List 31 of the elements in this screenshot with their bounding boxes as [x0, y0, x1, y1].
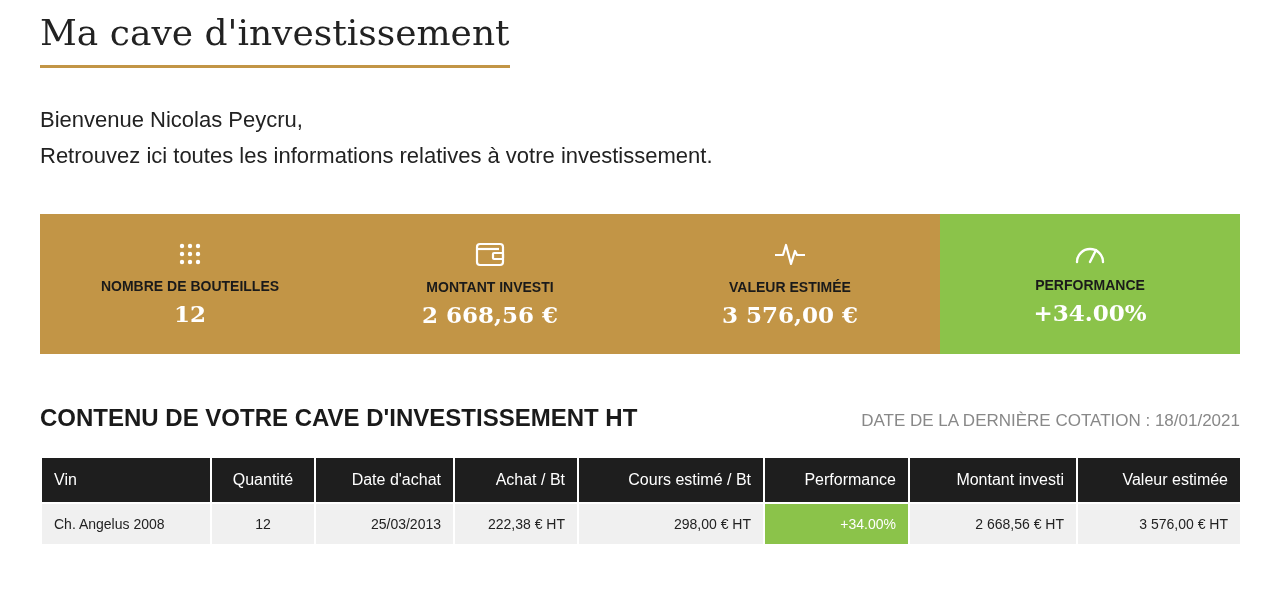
stat-label: NOMBRE DE BOUTEILLES	[100, 277, 280, 294]
table-cell: 222,38 € HT	[455, 504, 577, 544]
table-cell: 298,00 € HT	[579, 504, 763, 544]
table-cell: +34.00%	[765, 504, 908, 544]
section-title: CONTENU DE VOTRE CAVE D'INVESTISSEMENT HT	[40, 404, 638, 432]
column-header: Montant investi	[910, 458, 1076, 502]
dots-grid-icon	[178, 241, 202, 266]
quote-date: DATE DE LA DERNIÈRE COTATION : 18/01/2021	[861, 411, 1240, 431]
stat-label: VALEUR ESTIMÉE	[729, 278, 851, 295]
welcome-text: Bienvenue Nicolas Peycru,	[40, 106, 304, 134]
stat-value: 12	[174, 299, 206, 327]
column-header: Vin	[42, 458, 210, 502]
column-header: Performance	[765, 458, 908, 502]
column-header: Date d'achat	[316, 458, 453, 502]
table-cell: 2 668,56 € HT	[910, 504, 1076, 544]
table-cell: 25/03/2013	[316, 504, 453, 544]
stat-value: 3 576,00 €	[721, 300, 858, 328]
wallet-icon	[475, 240, 505, 267]
stat-value: 2 668,56 €	[421, 300, 558, 328]
column-header: Valeur estimée	[1078, 458, 1240, 502]
stat-label: PERFORMANCE	[1035, 276, 1145, 293]
stat-label: MONTANT INVESTI	[426, 278, 554, 295]
table-cell: 12	[212, 504, 314, 544]
stat-value: +34.00%	[1033, 298, 1147, 326]
welcome-text: Retrouvez ici toutes les informations relatives à votre investissement.	[40, 142, 714, 170]
table-cell: Ch. Angelus 2008	[42, 504, 210, 544]
page-title: Ma cave d'investissement	[40, 12, 510, 68]
table-cell: 3 576,00 € HT	[1078, 504, 1240, 544]
column-header: Cours estimé / Bt	[579, 458, 763, 502]
column-header: Quantité	[212, 458, 314, 502]
column-header: Achat / Bt	[455, 458, 577, 502]
